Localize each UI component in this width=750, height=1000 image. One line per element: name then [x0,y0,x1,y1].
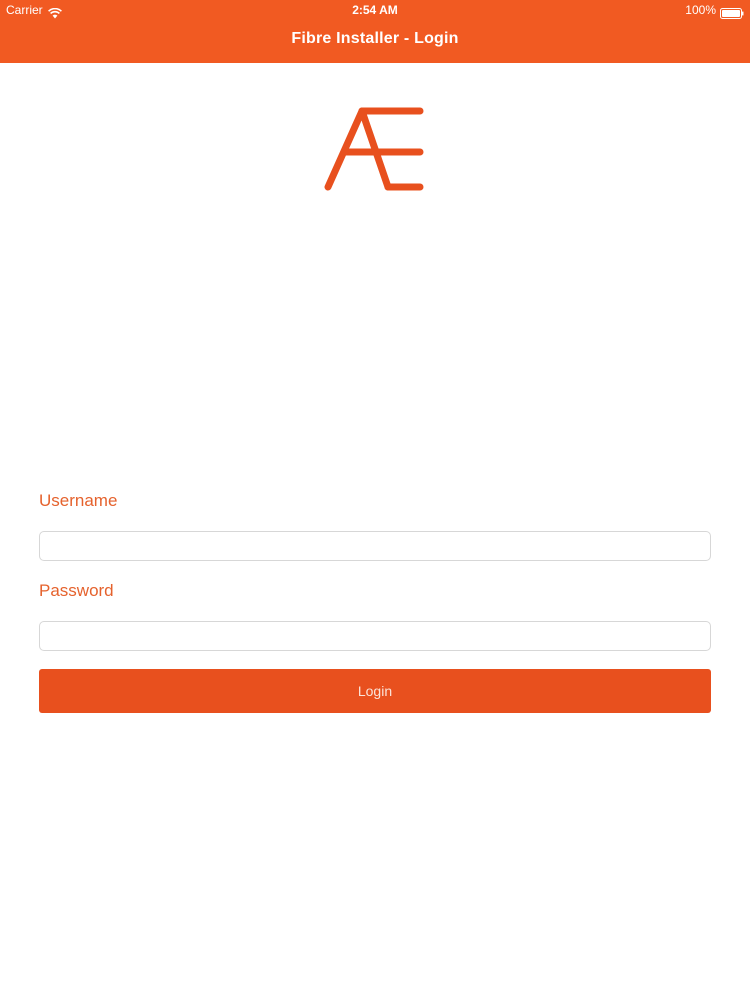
battery-full-icon [720,5,744,19]
ae-logo [320,103,430,195]
password-label: Password [39,581,114,600]
status-bar: Carrier 2:54 AM 100% [0,0,750,20]
password-field[interactable] [39,621,711,651]
status-time: 2:54 AM [352,3,398,17]
username-label: Username [39,491,118,510]
login-button[interactable]: Login [39,669,711,713]
navigation-bar: Carrier 2:54 AM 100% Fibre Installer - L… [0,0,750,63]
page-title: Fibre Installer - Login [291,30,459,47]
battery-percentage: 100% [685,3,716,17]
status-battery-group: 100% [685,0,744,20]
login-form: Username Password Login [39,490,711,713]
username-field[interactable] [39,531,711,561]
login-screen: Carrier 2:54 AM 100% Fibre Installer - L… [0,0,750,1000]
